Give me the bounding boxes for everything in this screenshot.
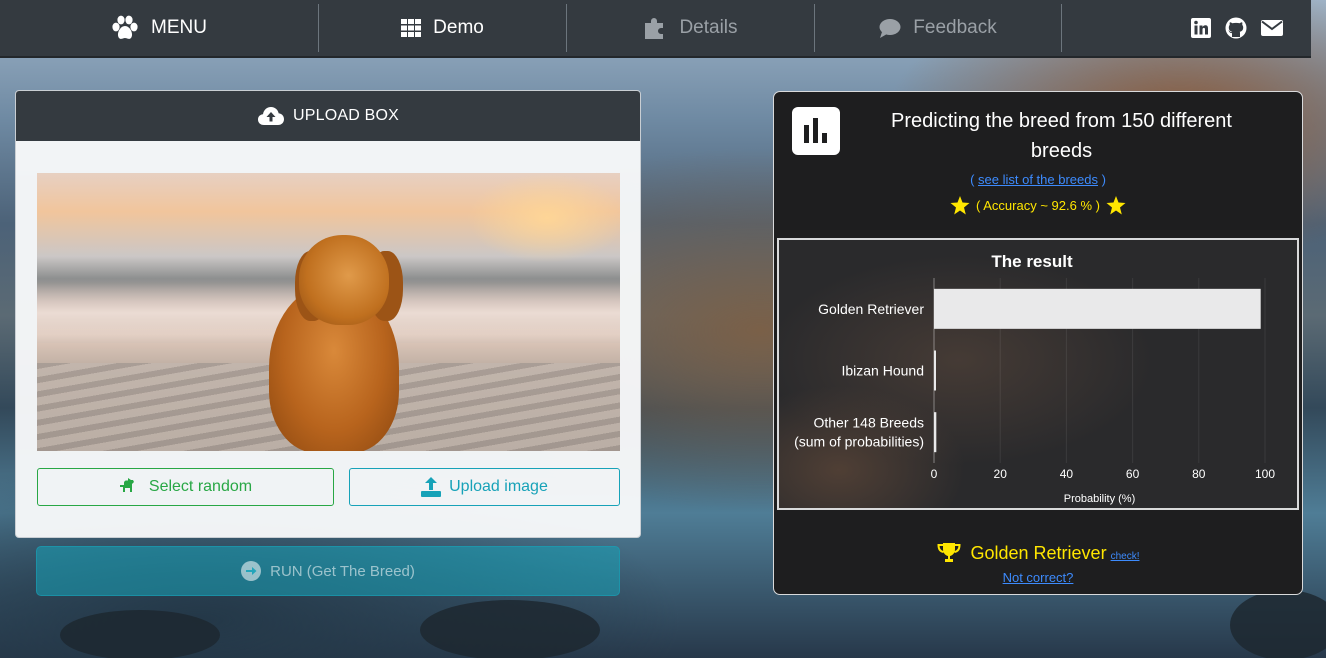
select-random-label: Select random (148, 478, 253, 495)
x-tick-label: 80 (1192, 467, 1206, 481)
upload-image-label: Upload image (449, 478, 548, 495)
paw-icon (112, 15, 138, 39)
result-card: Predicting the breed from 150 different … (773, 91, 1303, 595)
check-link[interactable]: check! (1111, 551, 1140, 562)
background-rock (420, 600, 600, 658)
x-tick-label: 40 (1060, 467, 1074, 481)
chart-title: The result (991, 252, 1073, 271)
select-random-button[interactable]: Select random (37, 468, 334, 506)
social-links (1191, 17, 1283, 39)
envelope-icon[interactable] (1261, 20, 1283, 36)
star-icon (1106, 196, 1126, 215)
tab-demo-label: Demo (433, 17, 484, 38)
background-rock (60, 610, 220, 658)
tab-details-label: Details (679, 17, 738, 38)
star-icon (950, 196, 970, 215)
winner-line: Golden Retriever check! (774, 542, 1302, 564)
linkedin-icon[interactable] (1191, 18, 1211, 38)
x-tick-label: 0 (931, 467, 938, 481)
sun-glow (467, 173, 620, 263)
category-label: Golden Retriever (818, 301, 924, 317)
probability-bar-chart: The result Golden Retriever Ibizan Hound Ot… (794, 252, 1275, 505)
chart-bar (934, 412, 937, 453)
chart-bar (934, 350, 936, 391)
x-axis-label: Probability (%) (1064, 493, 1136, 505)
breeds-list-link[interactable]: see list of the breeds (978, 172, 1098, 187)
breeds-link-prefix: ( (970, 172, 979, 187)
accuracy-line: ( Accuracy ~ 92.6 % ) (774, 196, 1302, 215)
breeds-list-link-wrap: ( see list of the breeds ) (774, 172, 1302, 187)
x-tick-label: 60 (1126, 467, 1140, 481)
dog-head (299, 235, 389, 325)
puzzle-icon (645, 18, 664, 39)
dog-photo (37, 173, 620, 451)
result-chart: The result Golden Retriever Ibizan Hound Ot… (777, 238, 1299, 510)
result-footer: Golden Retriever check! Not correct? (774, 516, 1302, 594)
upload-box-card: UPLOAD BOX Select random Upload image (15, 90, 641, 538)
accuracy-text: ( Accuracy ~ 92.6 % ) (976, 198, 1100, 213)
run-button[interactable]: RUN (Get The Breed) (36, 546, 620, 596)
menu-label: MENU (151, 17, 207, 38)
x-tick-label: 100 (1255, 467, 1275, 481)
background-rock (1230, 590, 1326, 658)
upload-box-title: UPLOAD BOX (292, 107, 400, 124)
upload-icon (421, 477, 442, 497)
upload-box-header: UPLOAD BOX (16, 91, 640, 141)
bar-chart-icon (792, 107, 840, 155)
tab-details[interactable]: Details (566, 4, 814, 52)
comment-icon (879, 19, 901, 38)
upload-image-button[interactable]: Upload image (349, 468, 620, 506)
result-header: Predicting the breed from 150 different … (774, 92, 1302, 234)
grid-icon (401, 19, 422, 37)
predicted-breed: Golden Retriever (970, 542, 1107, 563)
tab-feedback-label: Feedback (913, 17, 997, 38)
tab-demo[interactable]: Demo (318, 4, 566, 52)
cloud-upload-icon (257, 107, 284, 125)
category-label: Other 148 Breeds (sum of probabilities) (794, 415, 924, 450)
category-label: Ibizan Hound (841, 363, 924, 379)
run-label: RUN (Get The Breed) (270, 562, 415, 580)
trophy-icon (936, 543, 961, 562)
github-icon[interactable] (1225, 17, 1247, 39)
chart-bar (934, 288, 1261, 329)
dog-icon (119, 478, 134, 492)
arrow-circle-right-icon (241, 561, 262, 581)
menu-button[interactable]: MENU (0, 4, 318, 52)
not-correct-link[interactable]: Not correct? (774, 570, 1302, 585)
result-title: Predicting the breed from 150 different … (891, 110, 1232, 162)
top-navbar: MENU Demo Details Feedback (0, 0, 1311, 58)
tab-feedback[interactable]: Feedback (814, 4, 1062, 52)
x-tick-label: 20 (994, 467, 1008, 481)
breeds-link-suffix: ) (1097, 172, 1106, 187)
